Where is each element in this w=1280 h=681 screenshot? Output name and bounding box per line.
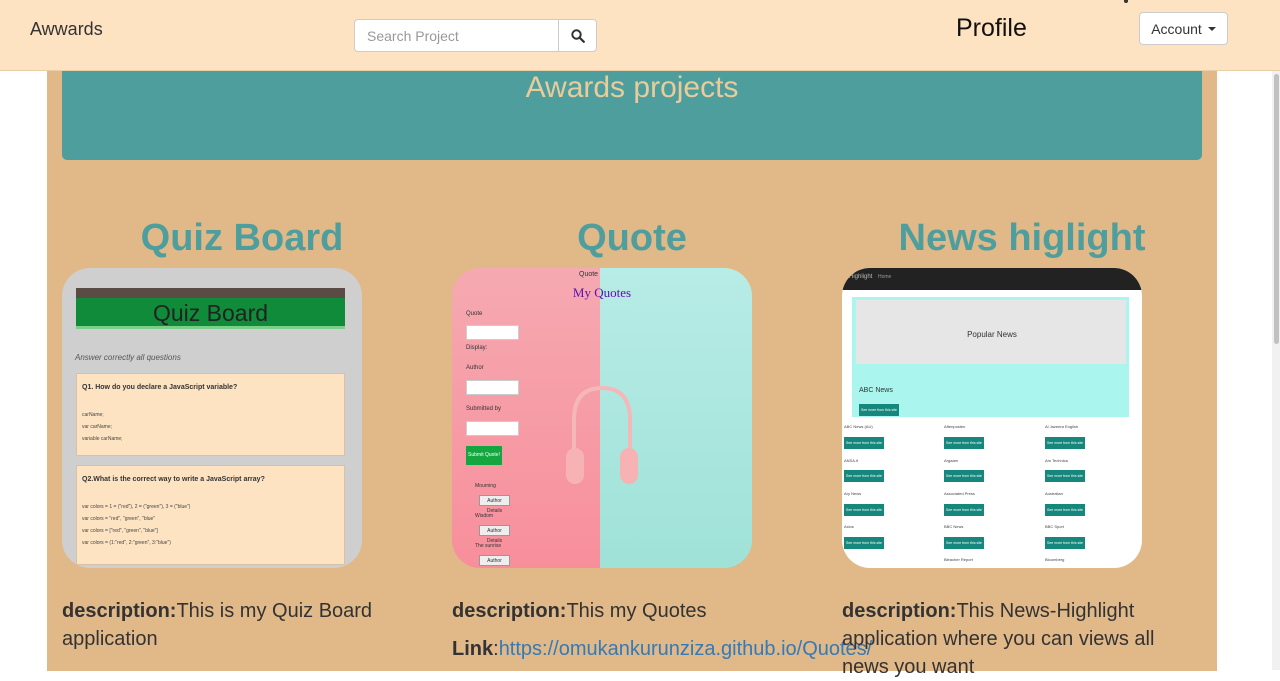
news-thumb-source: Axios	[844, 524, 854, 529]
jumbotron: Awards projects	[62, 71, 1202, 160]
quiz-thumb-option: var colors = "red", "green", "blue"	[82, 516, 156, 522]
news-thumb-source: BBC Sport	[1045, 524, 1064, 529]
quiz-thumb-option: var colors = (1:"red", 2:"green", 3:"blu…	[82, 540, 171, 546]
news-thumb-button: See more from this site	[844, 470, 884, 482]
news-thumb-button: See more from this site	[859, 404, 899, 416]
search-form	[354, 19, 597, 52]
news-thumb-source: Ary News	[844, 491, 862, 496]
search-input[interactable]	[354, 19, 558, 52]
project-image-news-highlight[interactable]: Highlight Home Popular News ABC News See…	[842, 268, 1142, 568]
news-thumb-button: See more from this site	[944, 437, 984, 449]
news-thumb-button: See more from this site	[1045, 470, 1085, 482]
news-thumb-button: See more from this site	[1045, 537, 1085, 549]
quote-thumb-item: Wisdom	[475, 513, 494, 519]
project-description-quote: description:This my Quotes	[452, 597, 812, 625]
account-dropdown-button[interactable]: Account	[1139, 12, 1228, 45]
profile-link[interactable]: Profile	[956, 14, 1027, 43]
project-title-quote: Quote	[577, 217, 687, 259]
quiz-thumb-option: var colors = ["red", "green", "blue"]	[82, 528, 158, 534]
news-thumb-source: Ars Technica	[1045, 458, 1068, 463]
news-thumb-source: Bleacher Report	[944, 557, 973, 562]
navbar: Awwards Profile Account	[0, 0, 1280, 71]
caret-down-icon	[1207, 26, 1216, 31]
project-description-quiz-board: description:This is my Quiz Board applic…	[62, 597, 422, 653]
news-thumb-popular: Popular News	[967, 330, 1017, 339]
account-label: Account	[1151, 20, 1202, 37]
quiz-thumb-option: variable carName;	[82, 436, 123, 442]
news-thumb-button: See more from this site	[1045, 437, 1085, 449]
quiz-thumb-title: Quiz Board	[76, 298, 345, 329]
headphones-icon	[566, 385, 638, 484]
brand-link[interactable]: Awwards	[30, 19, 103, 40]
news-thumb-button: See more from this site	[944, 470, 984, 482]
scrollbar-thumb[interactable]	[1274, 74, 1279, 344]
project-title-news-highlight: News higlight	[898, 217, 1146, 259]
quiz-thumb-option: var carName;	[82, 424, 113, 430]
quote-thumb-label: Author	[466, 365, 484, 371]
quiz-thumb-q1: Q1. How do you declare a JavaScript vari…	[82, 384, 238, 391]
news-thumb-home: Home	[878, 274, 892, 280]
project-link[interactable]: https://omukankurunziza.github.io/Quotes…	[499, 638, 873, 660]
news-thumb-button: See more from this site	[844, 504, 884, 516]
quiz-thumb-q2: Q2.What is the correct way to write a Ja…	[82, 476, 265, 483]
quote-thumb-title: My Quotes	[572, 285, 632, 300]
news-thumb-source: Aftenposten	[944, 424, 966, 429]
project-title-quiz-board: Quiz Board	[140, 217, 344, 259]
project-image-quote[interactable]: Quote My Quotes Quote Display: Author Su…	[452, 268, 752, 568]
news-thumb-source: Argaam	[944, 458, 959, 463]
news-thumb-source: ANSA.it	[844, 458, 859, 463]
quote-thumb-label: Quote	[466, 311, 483, 317]
news-thumb-abc: ABC News	[859, 387, 893, 394]
news-thumb-button: See more from this site	[944, 537, 984, 549]
quote-thumb-label: Submitted by	[466, 406, 502, 412]
project-description-news-highlight: description:This News-Highlight applicat…	[842, 597, 1202, 681]
quote-thumb-item: The sunrise	[475, 543, 502, 549]
news-thumb-source: Al Jazeera English	[1045, 424, 1079, 429]
quote-thumb-details: Author Details	[479, 555, 510, 566]
quote-thumb-label: Display:	[466, 345, 488, 351]
quote-thumb-head: Quote	[579, 271, 599, 278]
news-thumb-source: Bloomberg	[1045, 557, 1065, 562]
quote-thumb-details: Author Details	[479, 495, 510, 514]
project-image-quiz-board[interactable]: Quiz Board Answer correctly all question…	[62, 268, 362, 568]
description-label: description:	[452, 600, 567, 622]
news-thumb-brand: Highlight	[849, 274, 873, 280]
news-thumb-button: See more from this site	[844, 437, 884, 449]
search-icon	[570, 28, 585, 43]
description-label: description:	[842, 600, 957, 622]
quiz-thumb-option: carName;	[82, 412, 104, 418]
search-button[interactable]	[558, 19, 597, 52]
quiz-thumb-option: var colors = 1 = ("red"), 2 = ("green"),…	[82, 504, 191, 510]
news-thumb-button: See more from this site	[1045, 504, 1085, 516]
link-label: Link	[452, 638, 494, 660]
description-label: description:	[62, 600, 177, 622]
news-thumb-source: Associated Press	[944, 491, 975, 496]
quiz-thumb-subtitle: Answer correctly all questions	[75, 353, 181, 362]
quote-thumb-item: Mourning	[475, 483, 496, 489]
quote-thumb-details: Author Details	[479, 525, 510, 544]
news-thumb-source: ABC News (AU)	[844, 424, 873, 429]
decorative-dot	[1124, 0, 1128, 3]
news-thumb-button: See more from this site	[844, 537, 884, 549]
news-thumb-source: Australian	[1045, 491, 1063, 496]
description-text: This my Quotes	[566, 600, 707, 622]
news-thumb-button: See more from this site	[944, 504, 984, 516]
news-thumb-source: BBC News	[944, 524, 964, 529]
project-link-quote: Link:https://omukankurunziza.github.io/Q…	[452, 638, 873, 660]
jumbotron-title: Awards projects	[525, 71, 739, 104]
quote-thumb-submit: Submit Quote!	[466, 446, 502, 465]
